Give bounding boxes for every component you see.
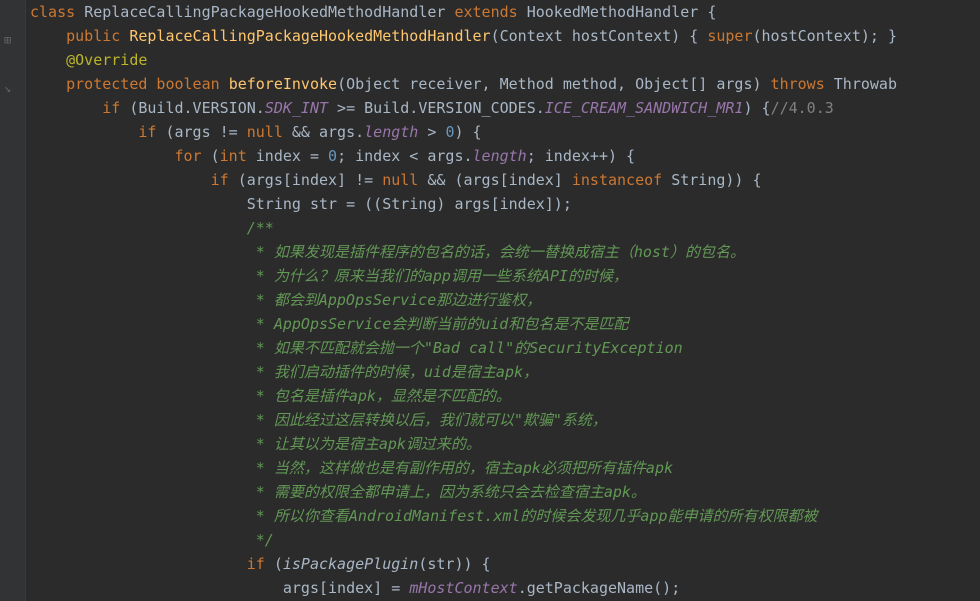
code-token: if bbox=[211, 171, 238, 189]
code-token: ; index < args. bbox=[337, 147, 472, 165]
code-token: protected boolean bbox=[66, 75, 229, 93]
code-token: .getPackageName(); bbox=[518, 579, 681, 597]
code-token: length bbox=[473, 147, 527, 165]
code-token: * 为什么？原来当我们的app调用一些系统API的时候， bbox=[247, 267, 628, 285]
code-token: * 当然，这样做也是有副作用的，宿主apk必须把所有插件apk bbox=[247, 459, 673, 477]
code-token: (Object receiver, Method method, Object[… bbox=[337, 75, 770, 93]
code-token: isPackagePlugin bbox=[283, 555, 418, 573]
code-token: ICE_CREAM_SANDWICH_MR1 bbox=[545, 99, 744, 117]
code-line: if (args[index] != null && (args[index] … bbox=[30, 168, 980, 192]
code-line: if (args != null && args.length > 0) { bbox=[30, 120, 980, 144]
code-token: * 需要的权限全都申请上，因为系统只会去检查宿主apk。 bbox=[247, 483, 646, 501]
code-token: * 包名是插件apk，显然是不匹配的。 bbox=[247, 387, 511, 405]
code-token: @Override bbox=[66, 51, 147, 69]
code-line: /** bbox=[30, 216, 980, 240]
code-line: if (isPackagePlugin(str)) { bbox=[30, 552, 980, 576]
code-line: * 都会到AppOpsService那边进行鉴权， bbox=[30, 288, 980, 312]
code-token: for bbox=[175, 147, 211, 165]
code-token: args[index] = bbox=[283, 579, 409, 597]
code-token: ReplaceCallingPackageHookedMethodHandler bbox=[84, 3, 454, 21]
code-token: extends bbox=[454, 3, 526, 21]
code-token: throws bbox=[771, 75, 834, 93]
code-token: null bbox=[382, 171, 427, 189]
code-line: */ bbox=[30, 528, 980, 552]
code-area[interactable]: class ReplaceCallingPackageHookedMethodH… bbox=[26, 0, 980, 601]
code-line: * 如果发现是插件程序的包名的话，会统一替换成宿主（host）的包名。 bbox=[30, 240, 980, 264]
code-line: protected boolean beforeInvoke(Object re… bbox=[30, 72, 980, 96]
code-token: public bbox=[66, 27, 129, 45]
code-token: Throwab bbox=[834, 75, 897, 93]
code-line: String str = ((String) args[index]); bbox=[30, 192, 980, 216]
code-line: class ReplaceCallingPackageHookedMethodH… bbox=[30, 0, 980, 24]
code-token: (str)) { bbox=[418, 555, 490, 573]
code-token: 0 bbox=[328, 147, 337, 165]
code-token: (args[index] != bbox=[238, 171, 383, 189]
code-token: > bbox=[418, 123, 445, 141]
code-token: (args != bbox=[165, 123, 246, 141]
code-token: && (args[index] bbox=[427, 171, 572, 189]
code-token: ) { bbox=[454, 123, 481, 141]
code-token: /** bbox=[247, 219, 274, 237]
code-token: class bbox=[30, 3, 84, 21]
code-line: public ReplaceCallingPackageHookedMethod… bbox=[30, 24, 980, 48]
code-line: if (Build.VERSION.SDK_INT >= Build.VERSI… bbox=[30, 96, 980, 120]
code-token: String str = ((String) args[index]); bbox=[247, 195, 572, 213]
code-token: super bbox=[707, 27, 752, 45]
code-line: * 当然，这样做也是有副作用的，宿主apk必须把所有插件apk bbox=[30, 456, 980, 480]
code-token: { bbox=[689, 27, 707, 45]
code-token: * 所以你查看AndroidManifest.xml的时候会发现几乎app能申请… bbox=[247, 507, 818, 525]
code-token: //4.0.3 bbox=[771, 99, 834, 117]
code-token: if bbox=[138, 123, 165, 141]
code-token: * 都会到AppOpsService那边进行鉴权， bbox=[247, 291, 542, 309]
code-line: * 包名是插件apk，显然是不匹配的。 bbox=[30, 384, 980, 408]
code-line: * 需要的权限全都申请上，因为系统只会去检查宿主apk。 bbox=[30, 480, 980, 504]
code-line: @Override bbox=[30, 48, 980, 72]
code-token: * 让其以为是宿主apk调过来的。 bbox=[247, 435, 481, 453]
code-token: beforeInvoke bbox=[229, 75, 337, 93]
code-line: * 让其以为是宿主apk调过来的。 bbox=[30, 432, 980, 456]
code-token: null bbox=[247, 123, 292, 141]
override-icon[interactable]: ↘ bbox=[4, 76, 11, 100]
code-token: * 如果不匹配就会抛一个"Bad call"的SecurityException bbox=[247, 339, 683, 357]
code-token: { bbox=[707, 3, 716, 21]
code-token: (Context hostContext) bbox=[491, 27, 690, 45]
code-token: if bbox=[247, 555, 274, 573]
code-line: * 所以你查看AndroidManifest.xml的时候会发现几乎app能申请… bbox=[30, 504, 980, 528]
code-token: if bbox=[102, 99, 129, 117]
fold-expand-icon[interactable]: ⊞ bbox=[4, 28, 11, 52]
code-line: * 因此经过这层转换以后，我们就可以"欺骗"系统， bbox=[30, 408, 980, 432]
code-line: * 为什么？原来当我们的app调用一些系统API的时候， bbox=[30, 264, 980, 288]
code-token: ( bbox=[274, 555, 283, 573]
code-token: * 因此经过这层转换以后，我们就可以"欺骗"系统， bbox=[247, 411, 607, 429]
code-token: ReplaceCallingPackageHookedMethodHandler bbox=[129, 27, 490, 45]
code-token: (hostContext); } bbox=[752, 27, 897, 45]
code-token: instanceof bbox=[572, 171, 671, 189]
code-token: index = bbox=[256, 147, 328, 165]
code-token: String)) { bbox=[671, 171, 761, 189]
code-token: ; index++) { bbox=[527, 147, 635, 165]
code-token: * AppOpsService会判断当前的uid和包名是不是匹配 bbox=[247, 315, 629, 333]
code-line: for (int index = 0; index < args.length;… bbox=[30, 144, 980, 168]
code-token: length bbox=[364, 123, 418, 141]
code-token: mHostContext bbox=[409, 579, 517, 597]
code-line: * 我们启动插件的时候，uid是宿主apk， bbox=[30, 360, 980, 384]
code-token: >= Build.VERSION_CODES. bbox=[328, 99, 545, 117]
code-token: (Build.VERSION. bbox=[129, 99, 264, 117]
code-token: HookedMethodHandler bbox=[527, 3, 708, 21]
code-line: args[index] = mHostContext.getPackageNam… bbox=[30, 576, 980, 600]
code-line: * 如果不匹配就会抛一个"Bad call"的SecurityException bbox=[30, 336, 980, 360]
code-line: * AppOpsService会判断当前的uid和包名是不是匹配 bbox=[30, 312, 980, 336]
code-token: */ bbox=[247, 531, 274, 549]
code-token: SDK_INT bbox=[265, 99, 328, 117]
code-token: ) { bbox=[743, 99, 770, 117]
code-editor[interactable]: ⊞ ↘ class ReplaceCallingPackageHookedMet… bbox=[0, 0, 980, 601]
code-token: int bbox=[220, 147, 256, 165]
code-token: ( bbox=[211, 147, 220, 165]
code-token: * 我们启动插件的时候，uid是宿主apk， bbox=[247, 363, 538, 381]
code-token: && args. bbox=[292, 123, 364, 141]
editor-gutter: ⊞ ↘ bbox=[0, 0, 26, 601]
code-token: * 如果发现是插件程序的包名的话，会统一替换成宿主（host）的包名。 bbox=[247, 243, 745, 261]
